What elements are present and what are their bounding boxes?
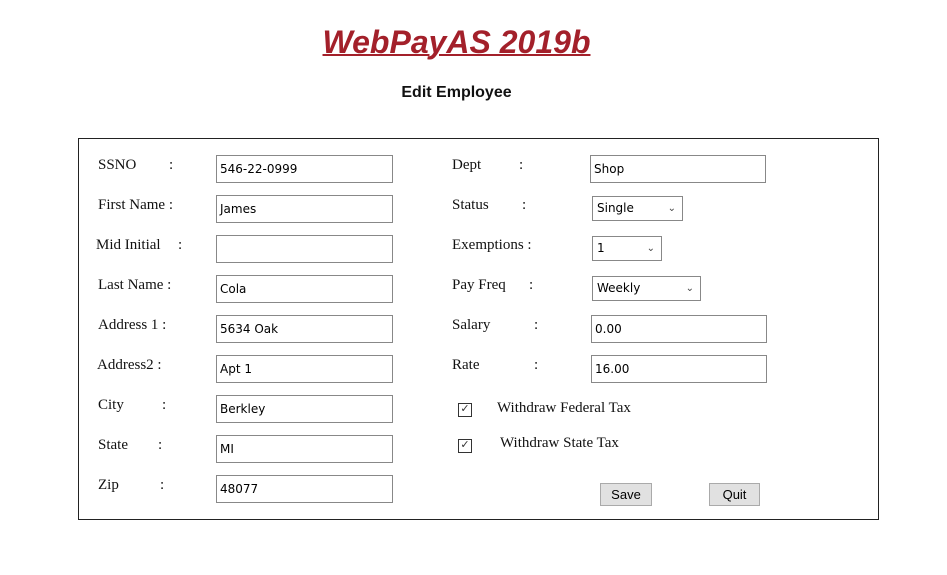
dept-label: Dept — [452, 157, 482, 173]
state-label-text: State — [98, 437, 128, 453]
address2-label: Address2 : — [97, 357, 162, 374]
dept-input[interactable]: Shop — [590, 155, 766, 183]
colon: : — [522, 197, 527, 213]
chevron-down-icon: ⌄ — [646, 243, 655, 254]
state-label: State — [98, 437, 128, 454]
last-name-label-text: Last Name — [98, 277, 164, 293]
colon: : — [157, 357, 162, 373]
state-input[interactable]: MI — [216, 435, 393, 463]
colon: : — [529, 277, 534, 293]
last-name-label: Last Name : — [98, 277, 171, 294]
colon: : — [168, 197, 173, 213]
state-tax-label: Withdraw State Tax — [500, 435, 619, 451]
mid-initial-input[interactable] — [216, 235, 393, 263]
federal-tax-checkbox[interactable]: ✓ — [458, 403, 472, 417]
zip-label: Zip — [98, 477, 119, 494]
first-name-label-text: First Name — [98, 197, 166, 213]
state-tax-checkbox[interactable]: ✓ — [458, 439, 472, 453]
exemptions-select[interactable]: 1 ⌄ — [592, 236, 662, 261]
rate-input[interactable]: 16.00 — [591, 355, 767, 383]
colon: : — [169, 157, 174, 173]
chevron-down-icon: ⌄ — [685, 283, 694, 294]
salary-label: Salary — [452, 317, 491, 333]
payfreq-label: Pay Freq — [452, 277, 506, 293]
last-name-input[interactable]: Cola — [216, 275, 393, 303]
quit-button[interactable]: Quit — [709, 483, 760, 506]
city-label: City — [98, 397, 124, 414]
address-1-input[interactable]: 5634 Oak — [216, 315, 393, 343]
chevron-down-icon: ⌄ — [667, 203, 676, 214]
page-title: Edit Employee — [401, 84, 512, 101]
status-label: Status — [452, 197, 489, 213]
exemptions-value: 1 — [597, 241, 605, 255]
colon: : — [534, 317, 539, 333]
first-name-input[interactable]: James — [216, 195, 393, 223]
colon: : — [160, 477, 165, 493]
address-1-label: Address 1 : — [98, 317, 166, 334]
exemptions-label-text: Exemptions — [452, 237, 524, 253]
app-title: WebPayAS 2019b — [322, 24, 591, 60]
colon: : — [519, 157, 524, 173]
address2-input[interactable]: Apt 1 — [216, 355, 393, 383]
colon: : — [167, 277, 172, 293]
payfreq-select[interactable]: Weekly ⌄ — [592, 276, 701, 301]
zip-input[interactable]: 48077 — [216, 475, 393, 503]
mid-initial-label-text: Mid Initial — [96, 237, 161, 253]
colon: : — [534, 357, 539, 373]
address2-label-text: Address2 — [97, 357, 154, 373]
status-select[interactable]: Single ⌄ — [592, 196, 683, 221]
city-input[interactable]: Berkley — [216, 395, 393, 423]
colon: : — [527, 237, 532, 253]
colon: : — [162, 397, 167, 413]
status-value: Single — [597, 201, 634, 215]
ssno-label-text: SSNO — [98, 157, 137, 173]
mid-initial-label: Mid Initial — [96, 237, 161, 254]
colon: : — [158, 437, 163, 453]
ssno-input[interactable]: 546-22-0999 — [216, 155, 393, 183]
address-1-label-text: Address 1 — [98, 317, 159, 333]
rate-label: Rate — [452, 357, 480, 373]
colon: : — [178, 237, 183, 253]
colon: : — [162, 317, 167, 333]
payfreq-value: Weekly — [597, 281, 641, 295]
salary-input[interactable]: 0.00 — [591, 315, 767, 343]
federal-tax-label: Withdraw Federal Tax — [497, 400, 631, 416]
exemptions-label: Exemptions : — [452, 237, 532, 254]
zip-label-text: Zip — [98, 477, 119, 493]
ssno-label: SSNO — [98, 157, 136, 174]
city-label-text: City — [98, 397, 124, 413]
first-name-label: First Name : — [98, 197, 173, 214]
save-button[interactable]: Save — [600, 483, 652, 506]
